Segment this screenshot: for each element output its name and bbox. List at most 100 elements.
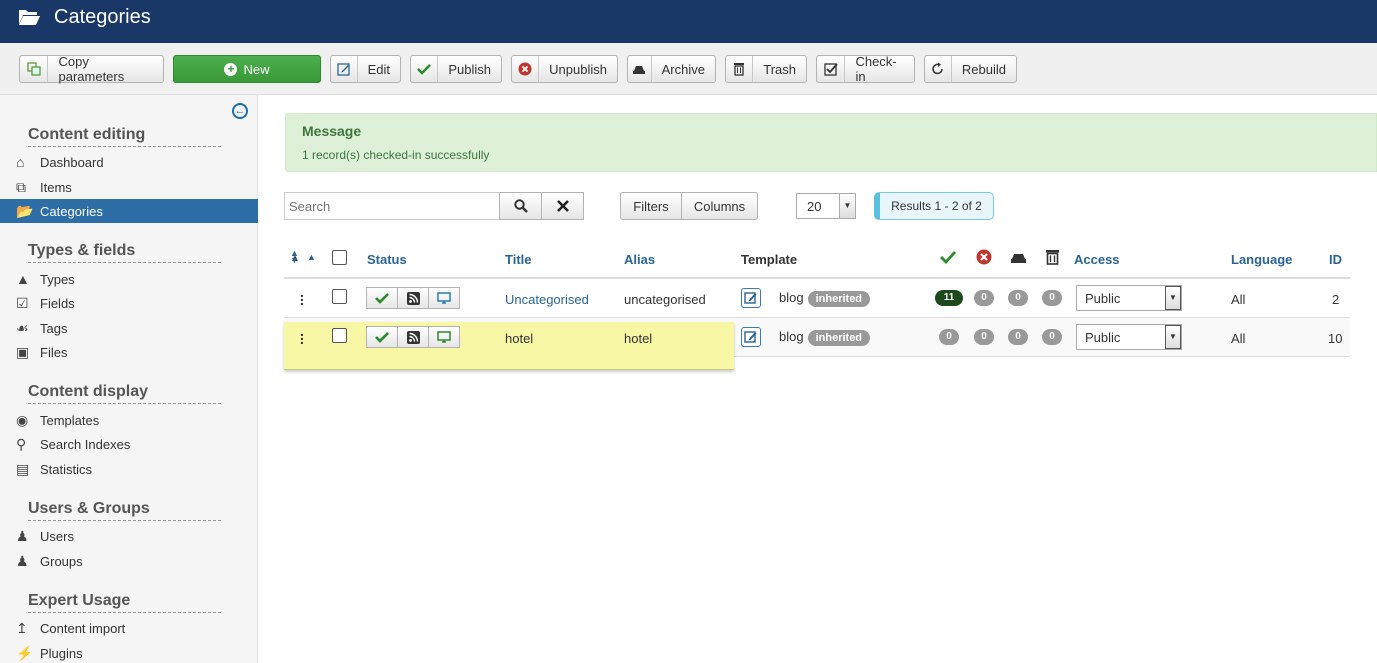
close-icon (556, 200, 569, 212)
inherited-tag: inherited (807, 330, 871, 346)
clear-search-button[interactable] (541, 192, 584, 220)
row-checkbox[interactable] (332, 289, 347, 304)
column-header-access[interactable]: Access (1074, 252, 1120, 267)
sidebar-item-groups[interactable]: ♟ Groups (0, 549, 258, 573)
feed-toggle-button[interactable] (398, 326, 429, 348)
template-edit-icon[interactable] (741, 327, 761, 347)
tags-icon: ☙ (16, 319, 29, 336)
trashed-count-icon (1046, 250, 1059, 265)
home-icon: ⌂ (16, 154, 25, 170)
published-count-badge[interactable]: 11 (935, 290, 963, 306)
sidebar-item-search-indexes[interactable]: ⚲ Search Indexes (0, 432, 258, 456)
published-count-badge[interactable]: 0 (939, 329, 959, 345)
sort-asc-icon: ▲ (307, 252, 316, 262)
sidebar-item-tags[interactable]: ☙ Tags (0, 316, 258, 340)
template-edit-icon[interactable] (741, 288, 761, 308)
image-icon: ▣ (16, 343, 30, 360)
archived-count-badge[interactable]: 0 (1008, 290, 1028, 306)
search-input[interactable] (284, 192, 500, 220)
rebuild-button[interactable]: Rebuild (924, 55, 1017, 83)
row-alias: uncategorised (624, 292, 706, 307)
archived-count-badge[interactable]: 0 (1008, 329, 1028, 345)
unpublished-count-badge[interactable]: 0 (974, 329, 994, 345)
sidebar-item-dashboard[interactable]: ⌂ Dashboard (0, 150, 258, 174)
row-template: blog inherited (779, 329, 871, 346)
columns-button[interactable]: Columns (681, 192, 758, 220)
trash-icon (726, 56, 754, 82)
feed-toggle-button[interactable] (398, 287, 429, 309)
sidebar-item-categories[interactable]: 📂 Categories (0, 199, 258, 223)
sidebar-item-files[interactable]: ▣ Files (0, 340, 258, 364)
check-icon (411, 56, 439, 82)
collapse-sidebar-icon[interactable]: ← (232, 103, 248, 119)
filters-button[interactable]: Filters (620, 192, 682, 220)
access-select[interactable]: Public ▼ (1076, 324, 1182, 350)
page-header: Categories (0, 0, 1377, 43)
section-types-fields: Types & fields (28, 242, 221, 263)
column-header-alias[interactable]: Alias (624, 252, 655, 267)
sidebar-item-fields[interactable]: ☑ Fields (0, 291, 258, 315)
unpublished-count-badge[interactable]: 0 (974, 290, 994, 306)
archived-count-icon (1011, 254, 1026, 263)
rss-icon (406, 330, 420, 344)
select-all-checkbox[interactable] (332, 250, 347, 265)
rss-icon (406, 291, 420, 305)
row-title: hotel (505, 331, 534, 346)
trashed-count-badge[interactable]: 0 (1042, 290, 1062, 306)
column-header-language[interactable]: Language (1231, 252, 1292, 267)
row-checkbox[interactable] (332, 328, 347, 343)
message-heading: Message (302, 123, 362, 139)
trashed-count-badge[interactable]: 0 (1042, 329, 1062, 345)
archive-button[interactable]: Archive (627, 55, 716, 83)
folder-open-icon: 📂 (16, 202, 34, 219)
row-title-link[interactable]: Uncategorised (505, 292, 589, 307)
page-title: Categories (54, 6, 151, 28)
users-icon: ♟ (16, 552, 29, 569)
desktop-icon (437, 292, 451, 304)
sidebar-item-content-import[interactable]: ↥ Content import (0, 616, 258, 640)
unpublish-button[interactable]: Unpublish (511, 55, 618, 83)
section-users-groups: Users & Groups (28, 500, 221, 521)
column-header-id[interactable]: ID (1329, 252, 1342, 267)
sidebar-item-templates[interactable]: ◉ Templates (0, 408, 258, 432)
frontend-toggle-button[interactable] (429, 326, 460, 348)
list-limit-select[interactable]: 20 ▼ (796, 193, 856, 219)
frontend-toggle-button[interactable] (429, 287, 460, 309)
sidebar: ← Content editing ⌂ Dashboard ⧉ Items 📂 Cat… (0, 95, 258, 663)
copy-parameters-button[interactable]: Copy parameters (19, 54, 164, 84)
row-language: All (1231, 331, 1246, 346)
check-icon (375, 293, 389, 304)
sidebar-item-users[interactable]: ♟ Users (0, 524, 258, 548)
plus-circle-icon: + (224, 62, 238, 76)
drag-handle-icon[interactable]: ... (300, 324, 304, 346)
checkbox-icon (817, 56, 846, 82)
publish-toggle-button[interactable] (366, 287, 398, 309)
sidebar-item-plugins[interactable]: ⚡ Plugins (0, 641, 258, 663)
row-alias: hotel (624, 331, 653, 346)
area-chart-icon: ▤ (16, 460, 30, 477)
message-text: 1 record(s) checked-in successfully (302, 148, 490, 162)
sidebar-item-statistics[interactable]: ▤ Statistics (0, 457, 258, 481)
section-content-display: Content display (28, 383, 221, 404)
check-in-button[interactable]: Check-in (816, 54, 915, 84)
user-icon: ♟ (16, 527, 29, 544)
sidebar-item-items[interactable]: ⧉ Items (0, 175, 258, 199)
column-header-title[interactable]: Title (505, 252, 532, 267)
access-select[interactable]: Public ▼ (1076, 285, 1182, 311)
publish-toggle-button[interactable] (366, 326, 398, 348)
column-header-status[interactable]: Status (367, 252, 407, 267)
drag-handle-icon[interactable]: ... (300, 285, 304, 307)
trash-button[interactable]: Trash (725, 55, 807, 83)
sort-both-icon[interactable]: ▲ ▼ (290, 249, 299, 265)
refresh-icon (925, 56, 952, 82)
chevron-down-icon: ▼ (1165, 325, 1181, 349)
results-count-badge: Results 1 - 2 of 2 (874, 192, 994, 220)
edit-icon (331, 56, 358, 82)
archive-icon (628, 56, 652, 82)
publish-button[interactable]: Publish (410, 55, 502, 83)
edit-button[interactable]: Edit (330, 55, 401, 83)
new-button[interactable]: + New (173, 55, 321, 83)
column-header-template: Template (741, 252, 798, 267)
search-button[interactable] (499, 192, 542, 220)
sidebar-item-types[interactable]: ▲ Types (0, 267, 258, 291)
